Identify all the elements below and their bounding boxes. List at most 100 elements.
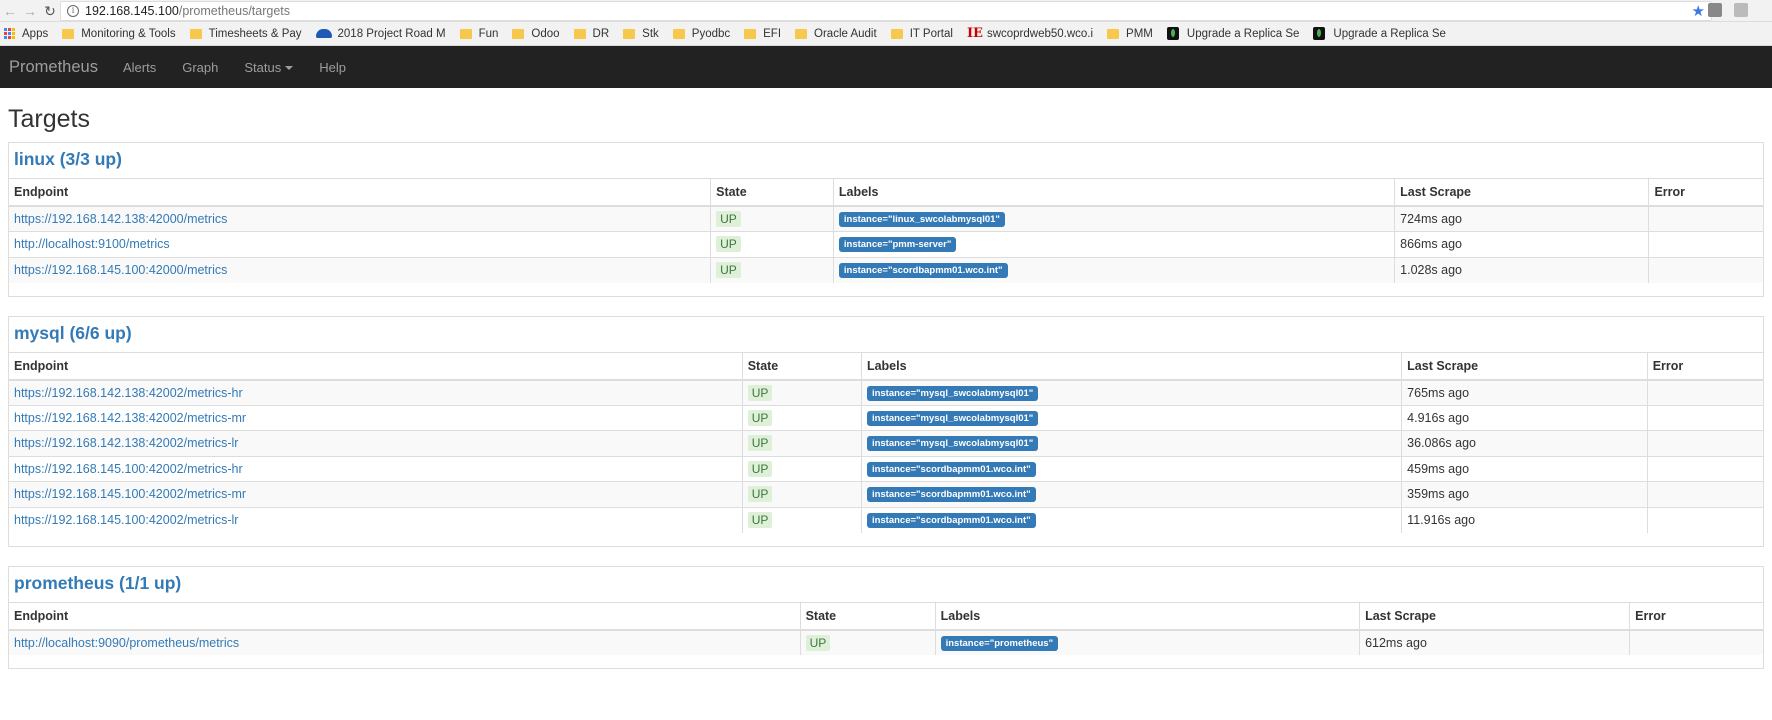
nav-help[interactable]: Help <box>319 60 346 75</box>
status-badge: UP <box>747 409 773 426</box>
labels-cell: instance="mysql_swcolabmysql01" <box>860 404 1402 431</box>
job-section: linux (3/3 up) Endpoint State Labels Last Sc… <box>8 142 1764 297</box>
bookmark-label: Odoo <box>531 27 560 40</box>
column-header: Error <box>1648 178 1763 207</box>
job-section: prometheus (1/1 up) Endpoint State Labels La… <box>8 565 1764 669</box>
job-title[interactable]: mysql (6/6 up) <box>9 317 1763 352</box>
targets-table: Endpoint State Labels Last Scrape Error https… <box>9 178 1763 283</box>
folder-icon <box>623 28 636 39</box>
table-row: http://localhost:9090/prometheus/metrics… <box>9 629 1763 655</box>
job-title[interactable]: prometheus (1/1 up) <box>9 567 1763 602</box>
last-scrape-cell: 765ms ago <box>1401 379 1648 405</box>
endpoint-link[interactable]: https://192.168.142.138:42002/metrics-lr <box>14 436 238 450</box>
caret-down-icon <box>285 66 294 71</box>
bookmark-label: Pyodbc <box>691 27 731 40</box>
bookmark-item[interactable]: Apps <box>4 27 48 40</box>
labels-cell: instance="mysql_swcolabmysql01" <box>860 430 1402 456</box>
endpoint-cell: https://192.168.145.100:42000/metrics <box>9 256 711 283</box>
endpoint-link[interactable]: https://192.168.142.138:42002/metrics-mr <box>14 411 246 425</box>
error-cell <box>1646 404 1763 431</box>
nav-status-label: Status <box>244 59 282 75</box>
endpoint-link[interactable]: https://192.168.145.100:42002/metrics-mr <box>14 487 246 501</box>
nav-status-dropdown[interactable]: Status <box>244 59 294 75</box>
bookmark-label: Stk <box>642 27 659 40</box>
table-row: http://localhost:9100/metrics UP instance=… <box>9 231 1763 257</box>
job-title[interactable]: linux (3/3 up) <box>9 143 1763 178</box>
endpoint-link[interactable]: https://192.168.145.100:42000/metrics <box>14 263 227 277</box>
table-header-row: Endpoint State Labels Last Scrape Error <box>9 178 1763 207</box>
label-badge: instance="scordbapmm01.wco.int" <box>838 263 1008 278</box>
bookmark-item[interactable]: Odoo <box>512 27 560 40</box>
extension-icon[interactable] <box>1734 3 1748 17</box>
bookmark-item[interactable]: DR <box>573 27 610 40</box>
folder-icon <box>890 28 903 39</box>
brand-link[interactable]: Prometheus <box>9 58 98 77</box>
endpoint-link[interactable]: https://192.168.142.138:42000/metrics <box>14 212 227 226</box>
bookmark-item[interactable]: IT Portal <box>890 27 953 40</box>
error-cell <box>1646 430 1763 456</box>
column-header: Endpoint <box>9 352 743 381</box>
column-header: Last Scrape <box>1394 178 1649 207</box>
bookmark-label: 2018 Project Road M <box>337 27 446 40</box>
status-badge: UP <box>747 460 773 477</box>
bookmark-item[interactable]: 2018 Project Road M <box>315 27 446 40</box>
nav-alerts[interactable]: Alerts <box>123 60 156 75</box>
bookmark-item[interactable]: Stk <box>623 28 659 40</box>
bookmark-star-icon[interactable]: ★ <box>1692 2 1705 20</box>
bookmark-item[interactable]: Monitoring & Tools <box>62 28 176 40</box>
last-scrape-cell: 612ms ago <box>1359 629 1630 655</box>
endpoint-link[interactable]: https://192.168.142.138:42002/metrics-hr <box>14 386 243 400</box>
status-badge: UP <box>805 634 831 651</box>
error-cell <box>1648 231 1763 257</box>
bookmark-item[interactable]: Upgrade a Replica Se <box>1166 27 1299 40</box>
targets-table: Endpoint State Labels Last Scrape Error https… <box>9 351 1763 533</box>
endpoint-cell: https://192.168.142.138:42002/metrics-mr <box>9 404 743 431</box>
table-row: https://192.168.142.138:42002/metrics-lr… <box>9 430 1763 456</box>
endpoint-link[interactable]: https://192.168.145.100:42002/metrics-hr <box>14 462 243 476</box>
bookmark-item[interactable]: Upgrade a Replica Se <box>1313 27 1446 40</box>
bookmark-item[interactable]: Timesheets & Pay <box>189 28 302 40</box>
nav-graph[interactable]: Graph <box>182 60 218 75</box>
status-badge: UP <box>747 512 773 528</box>
targets-table: Endpoint State Labels Last Scrape Error http:… <box>9 601 1763 655</box>
status-badge: UP <box>716 211 741 227</box>
bookmark-label: IT Portal <box>909 27 953 40</box>
label-badge: instance="prometheus" <box>940 635 1059 651</box>
endpoint-cell: https://192.168.145.100:42002/metrics-lr <box>9 506 743 533</box>
extension-icon[interactable] <box>1708 3 1722 17</box>
bookmark-item[interactable]: PMM <box>1107 28 1153 40</box>
bookmark-item[interactable]: Pyodbc <box>672 27 731 40</box>
back-icon[interactable]: ← <box>0 0 20 22</box>
table-row: https://192.168.145.100:42002/metrics-hr… <box>9 455 1763 482</box>
forward-icon[interactable]: → <box>20 0 40 22</box>
jobs-container: linux (3/3 up) Endpoint State Labels Last Sc… <box>8 142 1764 669</box>
bookmark-item[interactable]: Oracle Audit <box>795 28 877 40</box>
column-header: Last Scrape <box>1401 352 1648 381</box>
labels-cell: instance="scordbapmm01.wco.int" <box>860 455 1402 482</box>
state-cell: UP <box>710 231 834 257</box>
table-row: https://192.168.142.138:42002/metrics-hr… <box>9 379 1763 405</box>
state-cell: UP <box>741 430 862 456</box>
page-content: Targets linux (3/3 up) Endpoint State Label… <box>0 105 1772 669</box>
state-cell: UP <box>741 379 862 405</box>
state-cell: UP <box>741 506 862 533</box>
labels-cell: instance="scordbapmm01.wco.int" <box>860 481 1402 507</box>
url-path: /prometheus/targets <box>178 3 291 18</box>
bookmark-item[interactable]: IE swcoprdweb50.wco.i <box>967 26 1093 41</box>
info-icon[interactable]: i <box>67 4 79 17</box>
bookmark-label: EFI <box>763 27 782 40</box>
bookmark-label: DR <box>592 27 610 40</box>
bookmark-label: swcoprdweb50.wco.i <box>986 27 1094 40</box>
reload-icon[interactable]: ↻ <box>40 0 60 22</box>
endpoint-link[interactable]: http://localhost:9090/prometheus/metrics <box>14 636 239 650</box>
endpoint-link[interactable]: http://localhost:9100/metrics <box>14 237 170 251</box>
table-row: https://192.168.145.100:42000/metrics UP i… <box>9 256 1763 283</box>
labels-cell: instance="scordbapmm01.wco.int" <box>832 256 1395 283</box>
label-badge: instance="scordbapmm01.wco.int" <box>866 513 1036 528</box>
bookmark-item[interactable]: Fun <box>459 28 498 40</box>
last-scrape-cell: 359ms ago <box>1401 481 1648 507</box>
endpoint-link[interactable]: https://192.168.145.100:42002/metrics-lr <box>14 513 238 527</box>
label-badge: instance="mysql_swcolabmysql01" <box>866 385 1039 401</box>
url-input[interactable]: i 192.168.145.100/prometheus/targets ★ <box>60 0 1712 21</box>
bookmark-item[interactable]: EFI <box>744 28 781 40</box>
